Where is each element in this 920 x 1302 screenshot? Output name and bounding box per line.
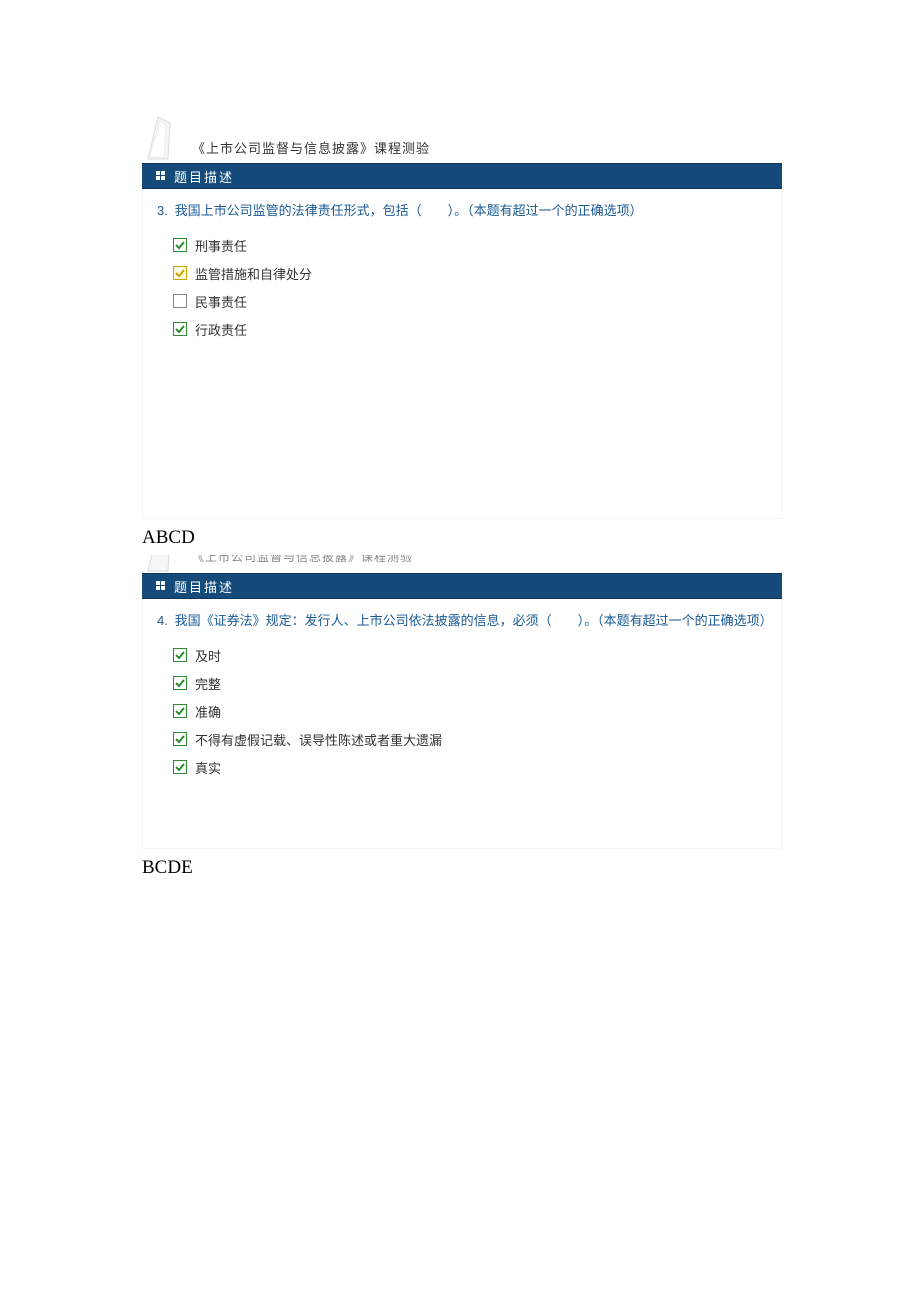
checkbox-icon[interactable] (173, 732, 187, 746)
section-bar: 题目描述 (142, 163, 782, 189)
answer-line: BCDE (142, 857, 782, 879)
option-row: 不得有虚假记载、误导性陈述或者重大遗漏 (173, 725, 781, 753)
question-stem: 我国《证券法》规定：发行人、上市公司依法披露的信息，必须（ ）。（本题有超过一个… (175, 613, 773, 628)
checkbox-icon[interactable] (173, 704, 187, 718)
option-row: 准确 (173, 697, 781, 725)
option-label: 监管措施和自律处分 (195, 264, 312, 283)
section-label: 题目描述 (174, 577, 234, 596)
option-row: 监管措施和自律处分 (173, 259, 781, 287)
option-label: 准确 (195, 702, 221, 721)
question-number: 3. (157, 201, 171, 221)
section-bullet-icon (156, 171, 166, 181)
corner-deco-icon (140, 113, 188, 161)
checkbox-icon[interactable] (173, 648, 187, 662)
course-title: 《上市公司监督与信息披露》课程测验 (192, 138, 430, 157)
question-content: 4. 我国《证券法》规定：发行人、上市公司依法披露的信息，必须（ ）。（本题有超… (142, 599, 782, 849)
option-label: 不得有虚假记载、误导性陈述或者重大遗漏 (195, 730, 442, 749)
checkbox-icon[interactable] (173, 322, 187, 336)
question-text: 3. 我国上市公司监管的法律责任形式，包括（ ）。（本题有超过一个的正确选项） (149, 199, 781, 231)
checkbox-icon[interactable] (173, 266, 187, 280)
option-label: 完整 (195, 674, 221, 693)
question-block-3: 《上市公司监督与信息披露》课程测验 题目描述 3. 我国上市公司监管的法律责任形… (142, 115, 782, 519)
course-header-cut: 《上市公司监督与信息披露》课程测验 (142, 555, 782, 573)
option-row: 真实 (173, 753, 781, 781)
option-label: 刑事责任 (195, 236, 247, 255)
option-row: 完整 (173, 669, 781, 697)
corner-deco-icon (142, 555, 188, 573)
section-bullet-icon (156, 581, 166, 591)
checkbox-icon[interactable] (173, 676, 187, 690)
page: 《上市公司监督与信息披露》课程测验 题目描述 3. 我国上市公司监管的法律责任形… (0, 0, 920, 879)
option-label: 民事责任 (195, 292, 247, 311)
question-stem: 我国上市公司监管的法律责任形式，包括（ ）。（本题有超过一个的正确选项） (175, 203, 643, 218)
option-row: 民事责任 (173, 287, 781, 315)
question-block-4: 《上市公司监督与信息披露》课程测验 题目描述 4. 我国《证券法》规定：发行人、… (142, 555, 782, 849)
option-label: 及时 (195, 646, 221, 665)
question-text: 4. 我国《证券法》规定：发行人、上市公司依法披露的信息，必须（ ）。（本题有超… (149, 609, 781, 641)
option-label: 行政责任 (195, 320, 247, 339)
question-content: 3. 我国上市公司监管的法律责任形式，包括（ ）。（本题有超过一个的正确选项） … (142, 189, 782, 519)
answer-line: ABCD (142, 527, 782, 549)
option-label: 真实 (195, 758, 221, 777)
section-label: 题目描述 (174, 167, 234, 186)
section-bar: 题目描述 (142, 573, 782, 599)
checkbox-icon[interactable] (173, 238, 187, 252)
course-header: 《上市公司监督与信息披露》课程测验 (142, 115, 782, 163)
options-list: 刑事责任 监管措施和自律处分 民事责任 行政责任 (149, 231, 781, 343)
course-title-cut: 《上市公司监督与信息披露》课程测验 (192, 555, 413, 565)
checkbox-icon[interactable] (173, 294, 187, 308)
answer-text: ABCD (142, 527, 782, 549)
option-row: 及时 (173, 641, 781, 669)
option-row: 行政责任 (173, 315, 781, 343)
question-number: 4. (157, 611, 171, 631)
options-list: 及时 完整 准确 不得有虚假记载、误导性陈述或者重大遗漏 真实 (149, 641, 781, 781)
answer-text: BCDE (142, 857, 782, 879)
option-row: 刑事责任 (173, 231, 781, 259)
checkbox-icon[interactable] (173, 760, 187, 774)
